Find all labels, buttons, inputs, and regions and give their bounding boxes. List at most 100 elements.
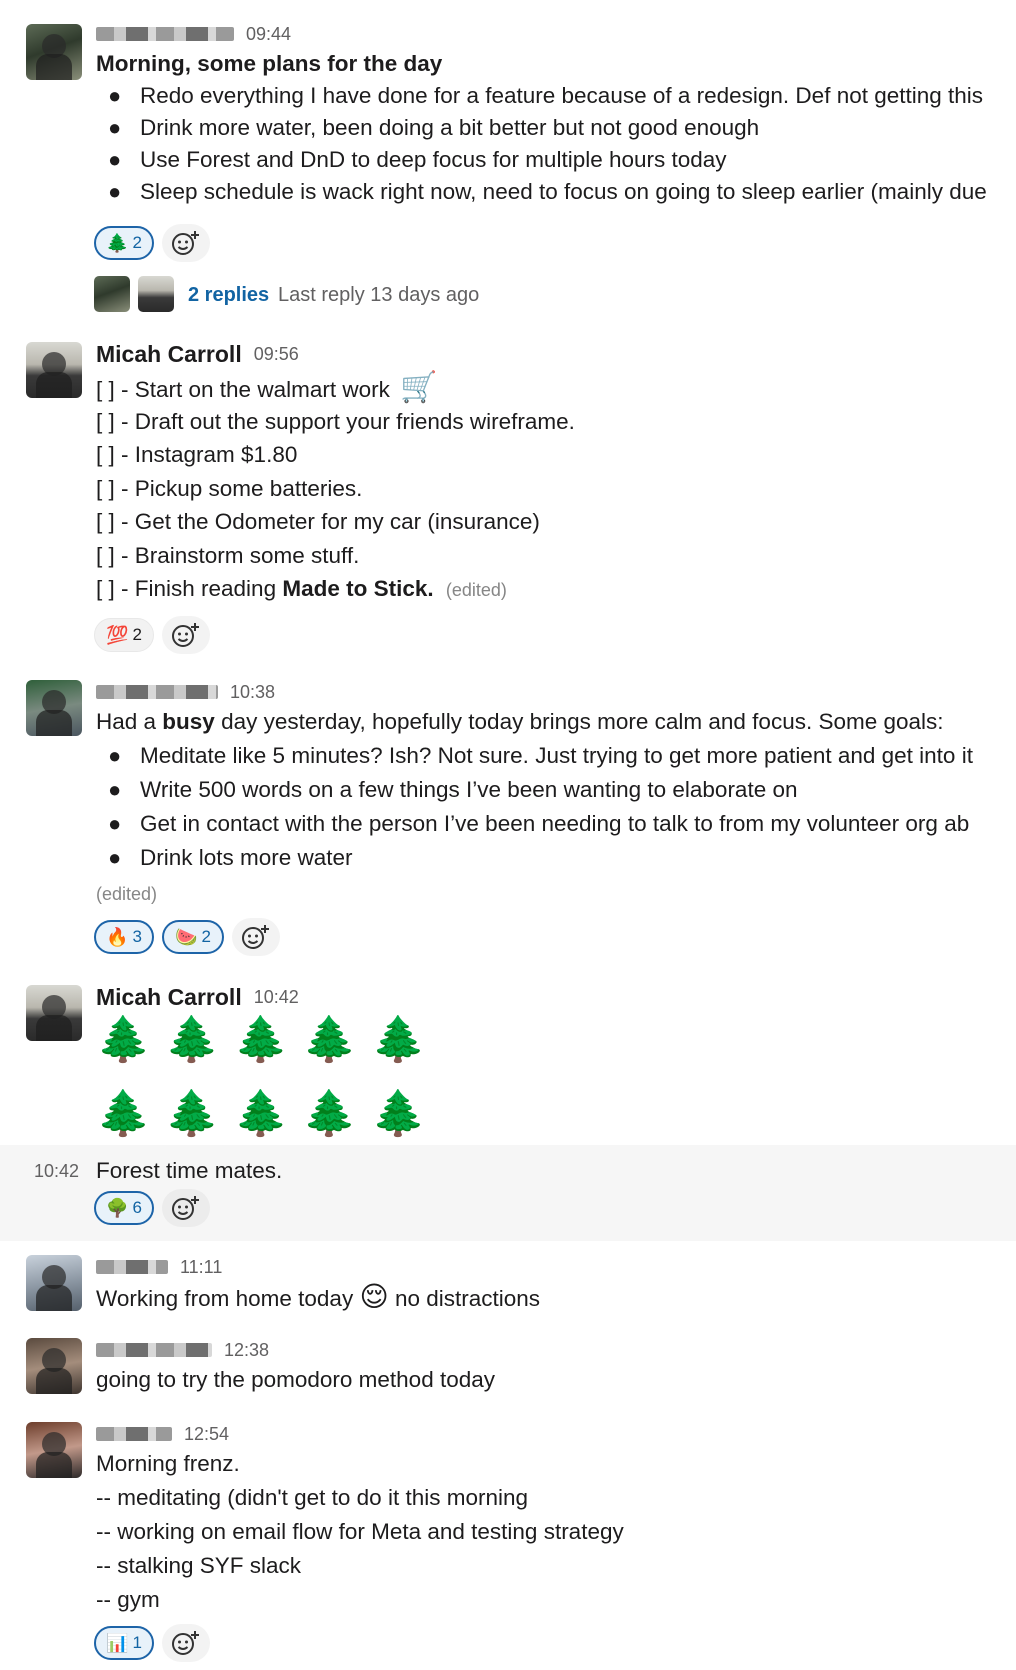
message: 12:54 Morning frenz. -- meditating (didn… (0, 1412, 1016, 1670)
timestamp[interactable]: 12:54 (184, 1424, 229, 1445)
message-intro: Had a busy day yesterday, hopefully toda… (96, 709, 944, 734)
reaction-hundred[interactable]: 💯 2 (94, 618, 154, 652)
reaction-tree[interactable]: 🌲 2 (94, 226, 154, 260)
edited-label: (edited) (445, 580, 507, 600)
add-reaction-icon (172, 1631, 199, 1655)
message-text: -- stalking SYF slack (96, 1553, 302, 1578)
book-title: Made to Stick. (282, 576, 434, 601)
avatar[interactable] (26, 1255, 82, 1311)
bullet-text: Sleep schedule is wack right now, need t… (140, 179, 987, 204)
add-reaction-button[interactable] (162, 1189, 210, 1227)
todo-line: [ ] - Get the Odometer for my car (insur… (96, 509, 540, 534)
add-reaction-button[interactable] (162, 1624, 210, 1662)
sender-name[interactable]: Micah Carroll (96, 341, 242, 368)
bar-chart-icon: 📊 (106, 1632, 129, 1653)
message: 10:38 Had a busy day yesterday, hopefull… (0, 670, 1016, 970)
redacted-username[interactable] (96, 1260, 168, 1274)
avatar[interactable] (26, 985, 82, 1041)
timestamp[interactable]: 11:11 (180, 1257, 222, 1278)
timestamp[interactable]: 10:42 (34, 1161, 79, 1182)
add-reaction-button[interactable] (232, 918, 280, 956)
fire-icon: 🔥 (106, 926, 129, 947)
todo-line: [ ] - Draft out the support your friends… (96, 409, 575, 434)
todo-line: [ ] - Finish reading Made to Stick. (edi… (96, 576, 507, 601)
message: 09:44 Morning, some plans for the day ● … (0, 0, 1016, 320)
sender-name[interactable]: Micah Carroll (96, 984, 242, 1011)
message-text: -- working on email flow for Meta and te… (96, 1519, 624, 1544)
thread-participant-avatar[interactable] (94, 276, 130, 312)
add-reaction-icon (172, 1196, 199, 1220)
todo-line: [ ] - Start on the walmart work 🛒 (96, 371, 438, 404)
edited-label: (edited) (96, 884, 158, 904)
bullet-text: Redo everything I have done for a featur… (140, 83, 984, 108)
relieved-face-icon: 😌 (359, 1281, 389, 1312)
message: Micah Carroll 09:56 [ ] - Start on the w… (0, 330, 1016, 660)
timestamp[interactable]: 09:44 (246, 24, 291, 45)
message-text: -- gym (96, 1587, 160, 1612)
redacted-username[interactable] (96, 1427, 172, 1441)
watermelon-icon: 🍉 (175, 926, 198, 947)
timestamp[interactable]: 09:56 (254, 344, 299, 365)
add-reaction-icon (172, 623, 199, 647)
hundred-points-icon: 💯 (106, 624, 129, 645)
todo-line: [ ] - Pickup some batteries. (96, 476, 363, 501)
add-reaction-icon (242, 925, 269, 949)
add-reaction-icon (172, 231, 199, 255)
reaction-count: 3 (132, 927, 142, 946)
tree-emoji-row: 🌲🌲🌲🌲🌲 (96, 1089, 440, 1138)
reaction-count: 2 (201, 927, 211, 946)
reaction-count: 2 (132, 233, 142, 252)
reaction-fire[interactable]: 🔥 3 (94, 920, 154, 954)
redacted-username[interactable] (96, 685, 218, 699)
avatar[interactable] (26, 24, 82, 80)
continuation-message[interactable]: 10:42 Forest time mates. 🌳 6 (0, 1145, 1016, 1241)
add-reaction-button[interactable] (162, 224, 210, 262)
avatar[interactable] (26, 1338, 82, 1394)
reaction-count: 6 (132, 1198, 142, 1217)
thread-replies-link[interactable]: 2 replies (188, 284, 269, 307)
bullet-dot: ● (108, 83, 122, 108)
shopping-cart-icon: 🛒 (400, 371, 438, 404)
message: 12:38 going to try the pomodoro method t… (0, 1328, 1016, 1408)
reaction-bar-chart[interactable]: 📊 1 (94, 1626, 154, 1660)
bullet-dot: ● (108, 147, 122, 172)
bullet-text: Use Forest and DnD to deep focus for mul… (140, 147, 727, 172)
timestamp[interactable]: 10:42 (254, 987, 299, 1008)
message-text: Morning frenz. (96, 1451, 240, 1476)
bullet-dot: ● (108, 743, 122, 768)
message-text: going to try the pomodoro method today (96, 1367, 496, 1392)
avatar[interactable] (26, 342, 82, 398)
avatar[interactable] (26, 680, 82, 736)
bullet-dot: ● (108, 115, 122, 140)
redacted-username[interactable] (96, 27, 234, 41)
redacted-username[interactable] (96, 1343, 212, 1357)
add-reaction-button[interactable] (162, 616, 210, 654)
todo-line: [ ] - Brainstorm some stuff. (96, 543, 360, 568)
message-text: Forest time mates. (96, 1158, 283, 1183)
deciduous-tree-icon: 🌳 (106, 1197, 129, 1218)
message-text: Working from home today 😌 no distraction… (96, 1281, 541, 1312)
message-title: Morning, some plans for the day (96, 51, 443, 76)
thread-last-reply: Last reply 13 days ago (278, 284, 480, 306)
bullet-text: Drink more water, been doing a bit bette… (140, 115, 760, 140)
tree-emoji-row: 🌲🌲🌲🌲🌲 (96, 1015, 440, 1064)
message: 11:11 Working from home today 😌 no distr… (0, 1245, 1016, 1325)
todo-line: [ ] - Instagram $1.80 (96, 442, 298, 467)
bullet-text: Write 500 words on a few things I’ve bee… (140, 777, 798, 802)
bullet-dot: ● (108, 777, 122, 802)
reaction-deciduous-tree[interactable]: 🌳 6 (94, 1191, 154, 1225)
reaction-count: 2 (132, 625, 142, 644)
bullet-text: Meditate like 5 minutes? Ish? Not sure. … (140, 743, 973, 768)
thread-participant-avatar[interactable] (138, 276, 174, 312)
bullet-text: Drink lots more water (140, 845, 353, 870)
bullet-dot: ● (108, 811, 122, 836)
message-text: -- meditating (didn't get to do it this … (96, 1485, 529, 1510)
bullet-dot: ● (108, 179, 122, 204)
bullet-text: Get in contact with the person I’ve been… (140, 811, 970, 836)
evergreen-tree-icon: 🌲 (106, 232, 129, 253)
timestamp[interactable]: 12:38 (224, 1340, 269, 1361)
reaction-watermelon[interactable]: 🍉 2 (162, 920, 224, 954)
timestamp[interactable]: 10:38 (230, 682, 275, 703)
avatar[interactable] (26, 1422, 82, 1478)
reaction-count: 1 (132, 1633, 142, 1652)
